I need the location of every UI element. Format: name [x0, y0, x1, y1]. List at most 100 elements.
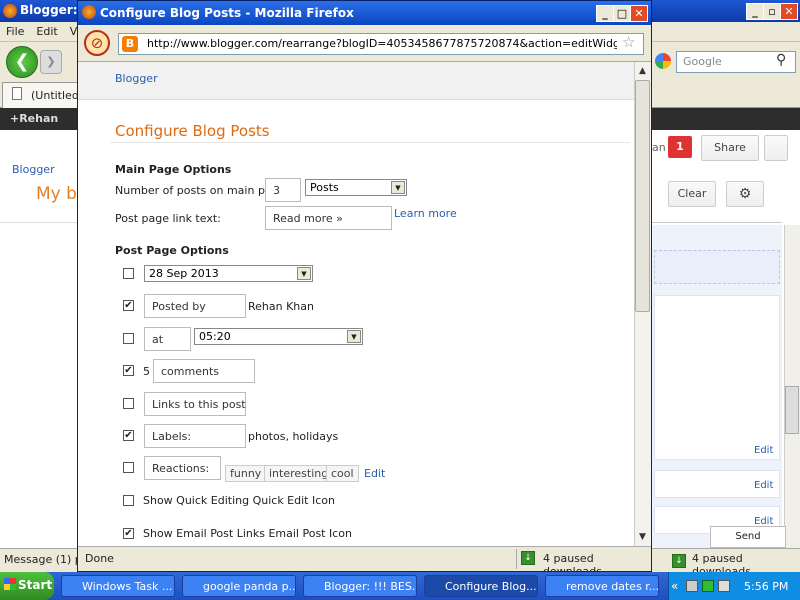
- popup-downloads-status[interactable]: 4 paused downloads: [516, 549, 646, 578]
- tab-label: (Untitled): [31, 89, 84, 102]
- quick-edit-checkbox[interactable]: [123, 495, 134, 506]
- popup-maximize-button[interactable]: □: [613, 5, 631, 22]
- task-label: remove dates r...: [566, 580, 659, 593]
- battery-icon[interactable]: [702, 580, 714, 592]
- posted-by-input[interactable]: Posted by: [144, 294, 246, 318]
- menu-file[interactable]: File: [0, 22, 30, 41]
- task-configure-blog[interactable]: Configure Blog...: [424, 575, 538, 597]
- link-text-input[interactable]: Read more »: [265, 206, 392, 230]
- clock[interactable]: 5:56 PM: [744, 580, 788, 593]
- reaction-chip: cool: [326, 465, 359, 482]
- start-label: Start: [18, 578, 53, 592]
- num-posts-input[interactable]: 3: [265, 178, 301, 202]
- bg-add-gadget[interactable]: [654, 250, 780, 284]
- gbar-user[interactable]: +Rehan: [10, 112, 58, 125]
- email-links-checkbox[interactable]: ✔: [123, 528, 134, 539]
- bg-divider: [0, 222, 78, 223]
- gear-icon[interactable]: ⚙: [726, 181, 764, 207]
- labels-checkbox[interactable]: ✔: [123, 430, 134, 441]
- task-blogger[interactable]: Blogger: !!! BES...: [303, 575, 417, 597]
- posts-unit-value: Posts: [310, 181, 339, 194]
- popup-scroll-thumb[interactable]: [635, 80, 650, 312]
- reactions-checkbox[interactable]: [123, 462, 134, 473]
- popup-url-text[interactable]: http://www.blogger.com/rearrange?blogID=…: [147, 37, 617, 50]
- chevron-down-icon[interactable]: ▼: [347, 330, 361, 343]
- tray-expand-icon[interactable]: «: [671, 579, 678, 593]
- reactions-edit-link[interactable]: Edit: [364, 467, 385, 480]
- chevron-down-icon[interactable]: ▼: [391, 181, 405, 194]
- scroll-up-icon[interactable]: ▲: [635, 63, 650, 79]
- comments-checkbox[interactable]: ✔: [123, 365, 134, 376]
- download-icon[interactable]: ↓: [672, 554, 686, 568]
- main-page-options-heading: Main Page Options: [115, 163, 232, 176]
- page-icon: [12, 87, 22, 100]
- popup-blogger-link[interactable]: Blogger: [115, 72, 158, 85]
- post-page-options-heading: Post Page Options: [115, 244, 229, 257]
- notification-count[interactable]: 1: [668, 136, 692, 158]
- reaction-chip: interesting: [264, 465, 334, 482]
- back-button[interactable]: ❮: [6, 46, 38, 78]
- comments-input[interactable]: comments: [153, 359, 255, 383]
- popup-firefox-icon: [82, 5, 96, 19]
- date-format-select[interactable]: 28 Sep 2013: [144, 265, 313, 282]
- popup-minimize-button[interactable]: _: [596, 5, 614, 22]
- at-input[interactable]: at: [144, 327, 191, 351]
- blogger-favicon-icon: B: [122, 36, 138, 52]
- labels-value: photos, holidays: [248, 430, 339, 443]
- links-to-post-input[interactable]: Links to this post: [144, 392, 246, 416]
- bg-maximize-button[interactable]: ▫: [763, 3, 781, 20]
- task-windows-task-manager[interactable]: Windows Task ...: [61, 575, 175, 597]
- date-format-value: 28 Sep 2013: [149, 267, 219, 280]
- bg-edit-link-2[interactable]: Edit: [754, 480, 773, 491]
- email-links-label: Show Email Post Links Email Post Icon: [143, 527, 352, 540]
- time-checkbox[interactable]: [123, 333, 134, 344]
- forward-button[interactable]: ❯: [40, 50, 62, 74]
- bookmark-star-icon[interactable]: ☆: [622, 33, 635, 51]
- bg-blogger-link[interactable]: Blogger: [12, 163, 55, 176]
- task-google-panda[interactable]: google panda p...: [182, 575, 296, 597]
- send-feedback-button[interactable]: Send feedback: [710, 526, 786, 562]
- bg-close-button[interactable]: ✕: [780, 3, 798, 20]
- labels-input[interactable]: Labels:: [144, 424, 246, 448]
- date-checkbox[interactable]: [123, 268, 134, 279]
- popup-header: [78, 62, 634, 100]
- bg-status-message: Message (1) p: [4, 553, 82, 566]
- share-button[interactable]: Share: [701, 135, 759, 161]
- bg-minimize-button[interactable]: _: [746, 3, 764, 20]
- firefox-icon: [3, 4, 17, 18]
- clear-button[interactable]: Clear: [668, 181, 716, 207]
- bg-square-button[interactable]: [764, 135, 788, 161]
- popup-title: Configure Blog Posts - Mozilla Firefox: [100, 6, 354, 20]
- reactions-input[interactable]: Reactions:: [144, 456, 221, 480]
- bg-gadget-box: [654, 295, 780, 460]
- comments-count: 5: [143, 365, 150, 378]
- volume-icon[interactable]: [718, 580, 730, 592]
- author-name: Rehan Khan: [248, 300, 314, 313]
- bg-partial-text: an: [652, 141, 666, 154]
- download-icon[interactable]: ↓: [521, 551, 535, 565]
- menu-edit[interactable]: Edit: [30, 22, 63, 41]
- page-title: Configure Blog Posts: [115, 122, 270, 140]
- scroll-down-icon[interactable]: ▼: [635, 529, 650, 545]
- search-icon[interactable]: ⚲: [776, 52, 786, 68]
- time-format-select[interactable]: 05:20: [194, 328, 363, 345]
- links-checkbox[interactable]: [123, 398, 134, 409]
- task-label: Windows Task ...: [82, 580, 173, 593]
- network-icon[interactable]: [686, 580, 698, 592]
- no-entry-icon[interactable]: ⊘: [84, 30, 110, 56]
- bg-edit-link-1[interactable]: Edit: [754, 445, 773, 456]
- task-label: Configure Blog...: [445, 580, 537, 593]
- bg-divider-right: [652, 222, 782, 223]
- bg-scroll-thumb[interactable]: [785, 386, 799, 434]
- learn-more-link[interactable]: Learn more: [394, 207, 457, 220]
- chevron-down-icon[interactable]: ▼: [297, 267, 311, 280]
- popup-close-button[interactable]: ✕: [630, 5, 648, 22]
- quick-edit-label: Show Quick Editing Quick Edit Icon: [143, 494, 335, 507]
- popup-title-bar[interactable]: Configure Blog Posts - Mozilla Firefox: [78, 1, 651, 25]
- title-divider: [110, 142, 630, 143]
- task-remove-dates[interactable]: remove dates r...: [545, 575, 659, 597]
- posted-by-checkbox[interactable]: ✔: [123, 300, 134, 311]
- reaction-chip: funny: [225, 465, 267, 482]
- task-label: google panda p...: [203, 580, 296, 593]
- bg-blog-title: My bl: [36, 184, 82, 204]
